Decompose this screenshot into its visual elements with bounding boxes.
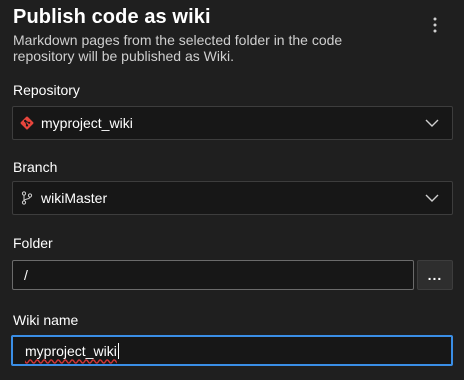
wiki-name-label: Wiki name — [13, 312, 79, 328]
git-repo-icon — [20, 116, 34, 130]
branch-value: wikiMaster — [41, 190, 108, 206]
description-line-2: repository will be published as Wiki. — [13, 48, 234, 64]
chevron-down-icon — [425, 194, 439, 202]
git-branch-icon — [20, 191, 34, 205]
branch-dropdown[interactable]: wikiMaster — [12, 181, 453, 215]
more-vertical-icon — [433, 17, 437, 33]
chevron-down-icon — [425, 119, 439, 127]
panel-title: Publish code as wiki — [13, 6, 211, 28]
repository-value: myproject_wiki — [41, 115, 133, 131]
description-line-1: Markdown pages from the selected folder … — [13, 32, 343, 48]
folder-input[interactable]: / — [12, 260, 414, 290]
text-caret — [117, 342, 119, 359]
repository-label: Repository — [13, 82, 80, 98]
repository-dropdown[interactable]: myproject_wiki — [12, 106, 453, 140]
browse-folder-button[interactable]: ... — [417, 260, 453, 290]
publish-wiki-panel: Publish code as wiki Markdown pages from… — [0, 0, 464, 380]
branch-label: Branch — [13, 159, 58, 175]
panel-description: Markdown pages from the selected folder … — [13, 32, 413, 64]
wiki-name-value: myproject_wiki — [25, 342, 117, 359]
wiki-name-input[interactable]: myproject_wiki — [11, 335, 453, 366]
folder-label: Folder — [13, 235, 53, 251]
folder-value: / — [24, 267, 28, 283]
more-options-button[interactable] — [422, 12, 448, 38]
